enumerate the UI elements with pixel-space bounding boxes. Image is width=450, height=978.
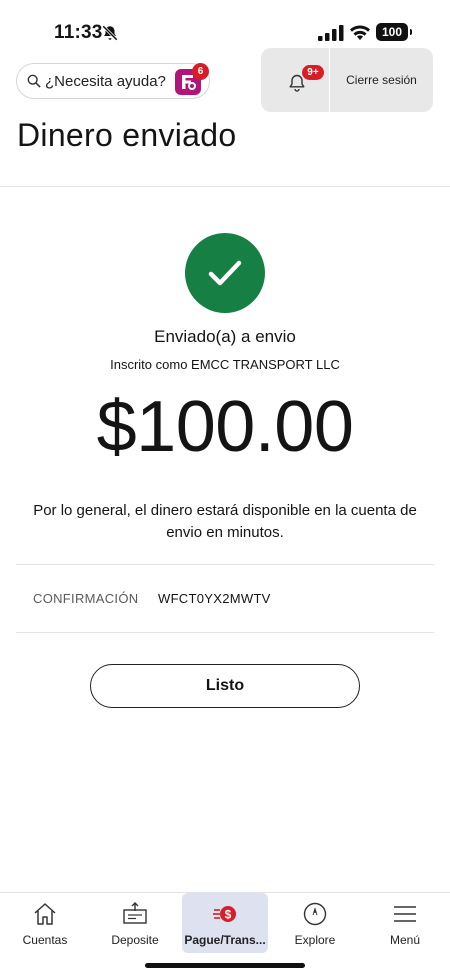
- nav-label: Cuentas: [22, 933, 68, 947]
- notifications-badge: 9+: [302, 65, 324, 80]
- confirmation-number: WFCT0YX2MWTV: [158, 591, 271, 606]
- deposit-icon: [123, 902, 147, 924]
- home-indicator[interactable]: [145, 963, 305, 968]
- availability-message: Por lo general, el dinero estará disponi…: [33, 502, 417, 541]
- assistant-badge: 6: [192, 63, 209, 80]
- battery-icon: 100: [376, 23, 412, 41]
- search-icon: [27, 74, 41, 88]
- checkmark-icon: [208, 260, 242, 286]
- compass-icon: [303, 902, 327, 926]
- divider: [16, 632, 434, 633]
- home-icon: [34, 903, 56, 925]
- sent-to-text: Enviado(a) a envio: [154, 327, 296, 346]
- nav-label: Deposite: [111, 933, 159, 947]
- wifi-icon: [350, 25, 370, 40]
- nav-item-pague-transfiera[interactable]: $ Pague/Trans...: [182, 893, 268, 953]
- nav-label: Explore: [294, 933, 336, 947]
- enrolled-as-text: Inscrito como EMCC TRANSPORT LLC: [110, 357, 340, 372]
- menu-icon: [394, 906, 416, 922]
- page-title: Dinero enviado: [17, 117, 237, 153]
- svg-text:$: $: [225, 908, 232, 922]
- nav-item-menu[interactable]: Menú: [360, 893, 450, 953]
- nav-label: Pague/Trans...: [184, 933, 266, 947]
- nav-item-cuentas[interactable]: Cuentas: [0, 893, 90, 953]
- done-button[interactable]: Listo: [90, 664, 360, 708]
- nav-item-explore[interactable]: Explore: [270, 893, 360, 953]
- battery-level: 100: [381, 25, 403, 39]
- signal-icon: [318, 25, 344, 41]
- confirmation-label: CONFIRMACIÓN: [33, 591, 139, 606]
- success-check-icon: [185, 233, 265, 313]
- bell-slash-icon: [102, 25, 118, 41]
- notifications-button[interactable]: 9+: [261, 48, 329, 112]
- divider: [16, 564, 434, 565]
- help-text: ¿Necesita ayuda?: [45, 72, 166, 90]
- status-time: 11:33: [54, 22, 103, 43]
- header-divider: [0, 186, 450, 187]
- logout-button[interactable]: Cierre sesión: [329, 48, 433, 112]
- pay-transfer-icon: $: [213, 906, 236, 922]
- nav-item-deposite[interactable]: Deposite: [90, 893, 180, 953]
- nav-label: Menú: [389, 933, 421, 947]
- amount-text: $100.00: [96, 387, 354, 467]
